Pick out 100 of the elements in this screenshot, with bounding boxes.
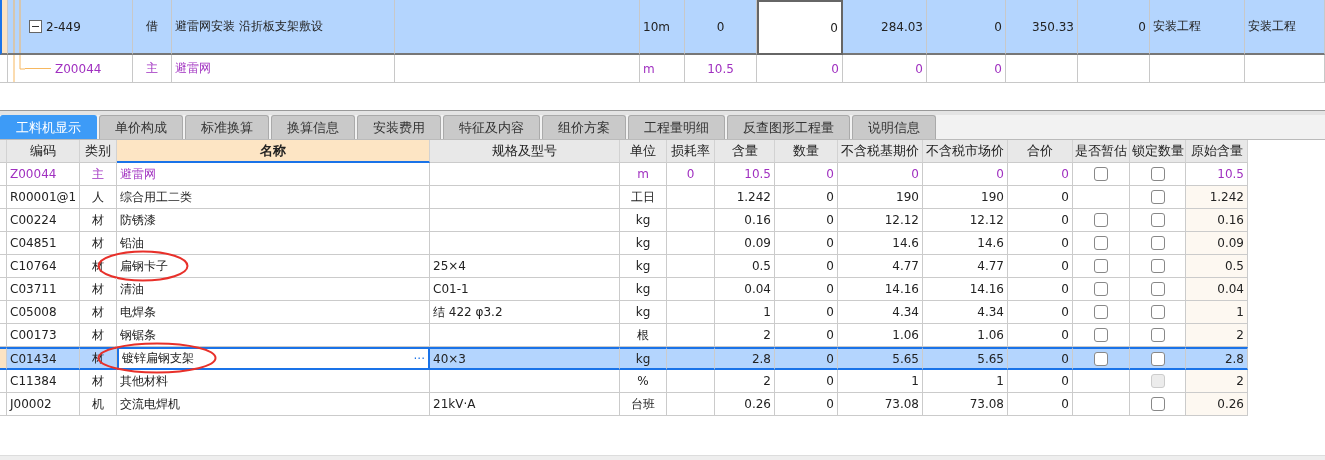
table-cell: 0 (775, 393, 838, 416)
table-cell: 2 (1186, 324, 1248, 347)
table-cell: 0 (775, 347, 838, 370)
tab[interactable]: 特征及内容 (443, 115, 540, 139)
table-cell: 40×3 (430, 347, 620, 370)
table-cell: 综合用工二类 (120, 188, 192, 206)
checkbox[interactable] (1150, 259, 1165, 273)
column-header[interactable]: 数量 (775, 140, 838, 163)
column-header[interactable]: 损耗率 (667, 140, 715, 163)
column-header[interactable]: 原始含量 (1186, 140, 1248, 163)
checkbox[interactable] (1150, 282, 1165, 296)
table-cell: 台班 (620, 393, 667, 416)
table-cell: 1 (715, 301, 775, 324)
table-cell: 铅油 (120, 234, 144, 252)
table-cell: 0 (775, 232, 838, 255)
table-cell: 284.03 (843, 0, 927, 55)
checkbox[interactable] (1094, 167, 1108, 181)
checkbox[interactable] (1094, 328, 1108, 342)
more-button[interactable]: ··· (413, 351, 425, 366)
table-cell: 0 (1008, 393, 1073, 416)
checkbox[interactable] (1150, 236, 1165, 250)
column-header[interactable]: 含量 (715, 140, 775, 163)
table-cell: 5.65 (838, 347, 923, 370)
table-cell: 2-449 (46, 19, 81, 34)
checkbox[interactable] (1150, 328, 1165, 342)
table-cell: 0 (775, 301, 838, 324)
cell-editor[interactable]: 镀锌扁钢支架 ··· (117, 347, 430, 370)
table-cell: 14.16 (923, 278, 1008, 301)
table-cell: 钢锯条 (120, 326, 156, 344)
checkbox[interactable] (1094, 351, 1108, 366)
table-cell: 10.5 (715, 163, 775, 186)
table-cell: 2 (1186, 370, 1248, 393)
row-header[interactable] (0, 347, 7, 370)
checkbox[interactable] (1094, 305, 1108, 319)
table-cell: 0 (1008, 301, 1073, 324)
column-header[interactable]: 单位 (620, 140, 667, 163)
table-cell: 0 (1008, 186, 1073, 209)
table-cell: 0 (927, 55, 1006, 83)
table-cell: kg (620, 255, 667, 278)
tab[interactable]: 工程量明细 (628, 115, 725, 139)
table-cell: 2.8 (715, 347, 775, 370)
checkbox[interactable] (1150, 190, 1165, 204)
table-cell: 0 (1078, 0, 1150, 55)
table-cell: 避雷网 (172, 55, 395, 83)
table-cell: 0 (775, 370, 838, 393)
table-cell: 机 (80, 393, 117, 416)
table-cell: 安装工程 (1150, 0, 1245, 55)
checkbox[interactable] (1150, 305, 1165, 319)
table-cell: 0 (685, 0, 757, 55)
table-cell (667, 186, 715, 209)
table-cell: 0 (775, 255, 838, 278)
table-cell: 0.26 (1186, 393, 1248, 416)
table-cell: 350.33 (1006, 0, 1078, 55)
table-cell: 1.242 (715, 186, 775, 209)
table-cell: R00001@1 (7, 186, 80, 209)
table-cell: 避雷网安装 沿折板支架敷设 (172, 0, 395, 55)
column-header[interactable]: 编码 (7, 140, 80, 163)
corner-cell[interactable] (0, 140, 7, 163)
table-cell: m (640, 55, 685, 83)
column-header[interactable]: 不含税基期价 (838, 140, 923, 163)
table-cell: 安装工程 (1245, 0, 1325, 55)
table-cell: J00002 (7, 393, 80, 416)
checkbox[interactable] (1094, 259, 1108, 273)
column-header[interactable]: 类别 (80, 140, 117, 163)
column-header[interactable]: 合价 (1008, 140, 1073, 163)
table-cell: Z00044 (55, 61, 102, 76)
checkbox[interactable] (1094, 282, 1108, 296)
checkbox[interactable] (1094, 213, 1108, 227)
checkbox[interactable] (1150, 351, 1165, 366)
tab[interactable]: 标准换算 (185, 115, 269, 139)
table-cell: 190 (838, 186, 923, 209)
tab[interactable]: 单价构成 (99, 115, 183, 139)
tab[interactable]: 组价方案 (542, 115, 626, 139)
row-header[interactable] (0, 0, 8, 55)
table-cell: kg (620, 278, 667, 301)
collapse-icon[interactable] (29, 20, 42, 33)
table-cell: 避雷网 (120, 165, 156, 183)
table-cell: 0 (843, 55, 927, 83)
checkbox[interactable] (1150, 213, 1165, 227)
table-cell: 电焊条 (120, 303, 156, 321)
table-cell: 0 (775, 209, 838, 232)
cell-editor[interactable]: 0 (757, 0, 843, 55)
checkbox[interactable] (1150, 167, 1165, 181)
table-cell: 0.09 (1186, 232, 1248, 255)
table-cell: 扁钢卡子 (120, 257, 168, 275)
column-header[interactable]: 不含税市场价 (923, 140, 1008, 163)
column-header[interactable]: 规格及型号 (430, 140, 620, 163)
table-cell: 0.04 (1186, 278, 1248, 301)
table-cell: 4.77 (838, 255, 923, 278)
table-cell: 其他材料 (120, 372, 168, 390)
column-header[interactable]: 是否暂估 (1073, 140, 1130, 163)
checkbox[interactable] (1150, 397, 1165, 411)
tab[interactable]: 安装费用 (357, 115, 441, 139)
tab[interactable]: 换算信息 (271, 115, 355, 139)
column-header[interactable]: 名称 (117, 140, 430, 163)
table-cell: 0 (1008, 163, 1073, 186)
checkbox[interactable] (1094, 236, 1108, 250)
tab[interactable]: 反查图形工程量 (727, 115, 850, 139)
column-header[interactable]: 锁定数量 (1130, 140, 1186, 163)
tab[interactable]: 说明信息 (852, 115, 936, 139)
